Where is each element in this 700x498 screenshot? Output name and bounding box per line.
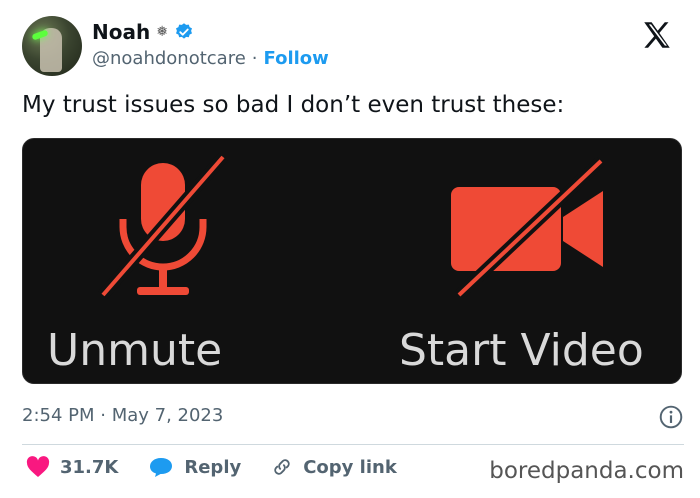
copy-link-label: Copy link bbox=[303, 456, 397, 478]
heart-icon bbox=[26, 456, 50, 477]
link-icon bbox=[274, 459, 290, 475]
unmute-label: Unmute bbox=[47, 325, 223, 376]
tweet-timestamp[interactable]: 2:54 PM · May 7, 2023 bbox=[22, 405, 223, 426]
info-icon[interactable] bbox=[658, 404, 684, 430]
watermark: boredpanda.com bbox=[489, 458, 684, 484]
divider bbox=[22, 444, 684, 445]
video-off-icon bbox=[451, 157, 606, 297]
display-name[interactable]: Noah bbox=[92, 20, 150, 44]
muted-microphone-icon bbox=[98, 153, 228, 299]
handle-separator: · bbox=[251, 48, 258, 69]
tweet-media[interactable]: Unmute Start Video bbox=[22, 138, 682, 384]
copy-link-button[interactable]: Copy link bbox=[271, 456, 397, 478]
tweet-header: Noah ❅ @noahdonotcare · Follow bbox=[22, 14, 684, 78]
tweet-actions: 31.7K Reply Copy link bbox=[26, 456, 397, 478]
name-row: Noah ❅ bbox=[92, 20, 194, 44]
handle-row: @noahdonotcare · Follow bbox=[92, 48, 329, 69]
user-handle[interactable]: @noahdonotcare bbox=[92, 48, 246, 69]
reply-button[interactable]: Reply bbox=[148, 456, 241, 478]
avatar[interactable] bbox=[22, 16, 82, 76]
x-logo-icon[interactable] bbox=[640, 18, 674, 52]
follow-button[interactable]: Follow bbox=[264, 48, 329, 69]
reply-label: Reply bbox=[184, 456, 242, 478]
verified-badge-icon bbox=[175, 23, 192, 39]
snowflake-icon: ❅ bbox=[156, 24, 168, 40]
tweet-text: My trust issues so bad I don’t even trus… bbox=[22, 92, 565, 118]
like-count: 31.7K bbox=[60, 456, 119, 478]
like-button[interactable]: 31.7K bbox=[26, 456, 118, 478]
start-video-label: Start Video bbox=[399, 325, 644, 376]
reply-bubble-icon bbox=[150, 458, 173, 477]
